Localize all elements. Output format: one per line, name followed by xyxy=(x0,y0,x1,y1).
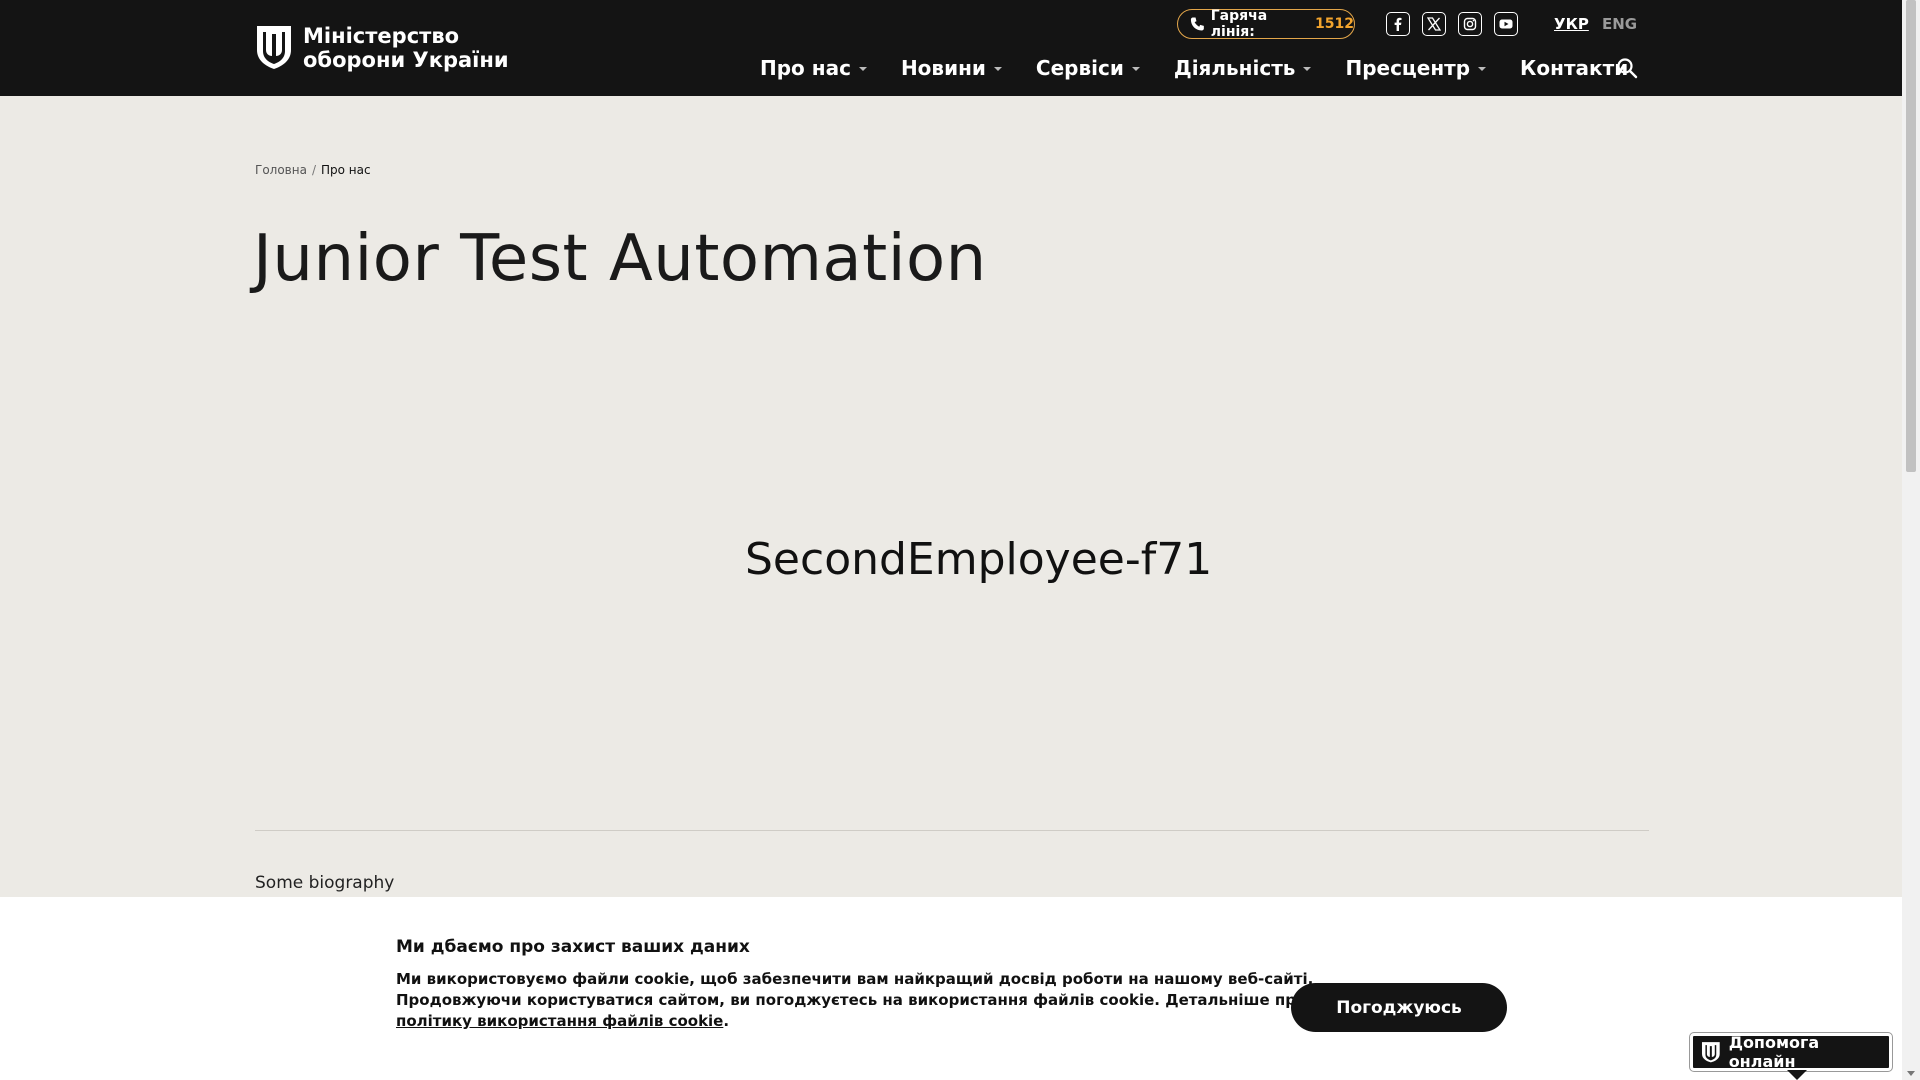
cookie-text: Ми використовуємо файли cookie, щоб забе… xyxy=(396,969,1314,1032)
content-divider xyxy=(255,830,1649,831)
breadcrumb-separator: / xyxy=(311,163,316,177)
cookie-text-line-2: Продовжуючи користуватися сайтом, ви пог… xyxy=(396,991,1307,1009)
breadcrumb: Головна / Про нас xyxy=(255,163,371,177)
nav-label: Діяльність xyxy=(1173,56,1296,80)
x-twitter-icon xyxy=(1427,17,1441,31)
trident-shield-icon xyxy=(1701,1042,1720,1063)
nav-item-news[interactable]: Новини xyxy=(901,56,1002,80)
youtube-icon xyxy=(1499,19,1513,29)
x-link[interactable] xyxy=(1422,12,1446,36)
main-nav: Про нас Новини Сервіси Діяльність Пресце… xyxy=(760,56,1662,80)
help-online-button[interactable]: Допомога онлайн xyxy=(1690,1033,1892,1080)
help-label: Допомога онлайн xyxy=(1728,1033,1820,1071)
nav-item-contacts[interactable]: Контакти xyxy=(1520,56,1628,80)
hotline-badge[interactable]: Гаряча лінія: 1512 xyxy=(1177,8,1355,40)
employee-bio: Some biography xyxy=(255,873,395,893)
cookie-policy-link[interactable]: політику використання файлів cookie xyxy=(396,1012,723,1030)
logo-text: Міністерство оборони України xyxy=(303,24,509,72)
nav-label: Пресцентр xyxy=(1345,56,1471,80)
instagram-icon xyxy=(1463,17,1477,31)
trident-shield-icon xyxy=(257,26,291,69)
site-logo[interactable]: Міністерство оборони України xyxy=(255,24,509,72)
scroll-down-arrow-icon[interactable] xyxy=(1907,1071,1915,1076)
nav-item-activity[interactable]: Діяльність xyxy=(1174,56,1312,80)
search-icon[interactable] xyxy=(1615,56,1639,80)
facebook-icon xyxy=(1394,17,1402,31)
breadcrumb-current: Про нас xyxy=(321,163,371,177)
lang-ukr[interactable]: УКР xyxy=(1554,15,1589,33)
breadcrumb-home[interactable]: Головна xyxy=(255,163,307,177)
cookie-text-line-1: Ми використовуємо файли cookie, щоб забе… xyxy=(396,970,1314,988)
chevron-down-icon xyxy=(858,67,867,71)
chevron-down-icon xyxy=(1478,67,1487,71)
lang-eng[interactable]: ENG xyxy=(1602,15,1637,33)
chevron-down-icon xyxy=(993,67,1002,71)
social-links xyxy=(1386,12,1518,36)
cookie-banner: Ми дбаємо про захист ваших даних Ми вико… xyxy=(0,897,1902,1080)
nav-label: Сервіси xyxy=(1035,56,1124,80)
nav-label: Новини xyxy=(900,56,986,80)
scrollbar-thumb[interactable] xyxy=(1906,0,1916,472)
page-title: Junior Test Automation xyxy=(253,222,987,296)
nav-label: Контакти xyxy=(1520,56,1629,80)
facebook-link[interactable] xyxy=(1386,12,1410,36)
cookie-title: Ми дбаємо про захист ваших даних xyxy=(396,937,750,957)
chevron-down-icon xyxy=(1303,67,1312,71)
page-scrollbar[interactable] xyxy=(1902,0,1920,1080)
phone-icon xyxy=(1190,17,1204,31)
nav-label: Про нас xyxy=(760,56,851,80)
cookie-link-suffix: . xyxy=(723,1012,730,1030)
site-header: Міністерство оборони України Гаряча ліні… xyxy=(0,0,1902,96)
nav-item-press[interactable]: Пресцентр xyxy=(1345,56,1487,80)
hotline-label: Гаряча лінія: xyxy=(1210,8,1268,40)
logo-line-2: оборони України xyxy=(303,48,509,72)
accept-cookies-button[interactable]: Погоджуюсь xyxy=(1291,983,1507,1032)
logo-line-1: Міністерство xyxy=(303,24,460,48)
cookie-text-line-3: політику використання файлів cookie. xyxy=(396,1011,1276,1032)
nav-item-services[interactable]: Сервіси xyxy=(1036,56,1140,80)
chevron-down-icon xyxy=(1131,67,1140,71)
employee-name: SecondEmployee-f71 xyxy=(745,534,1213,585)
youtube-link[interactable] xyxy=(1494,12,1518,36)
instagram-link[interactable] xyxy=(1458,12,1482,36)
hotline-number: 1512 xyxy=(1315,16,1354,32)
nav-item-about[interactable]: Про нас xyxy=(760,56,867,80)
